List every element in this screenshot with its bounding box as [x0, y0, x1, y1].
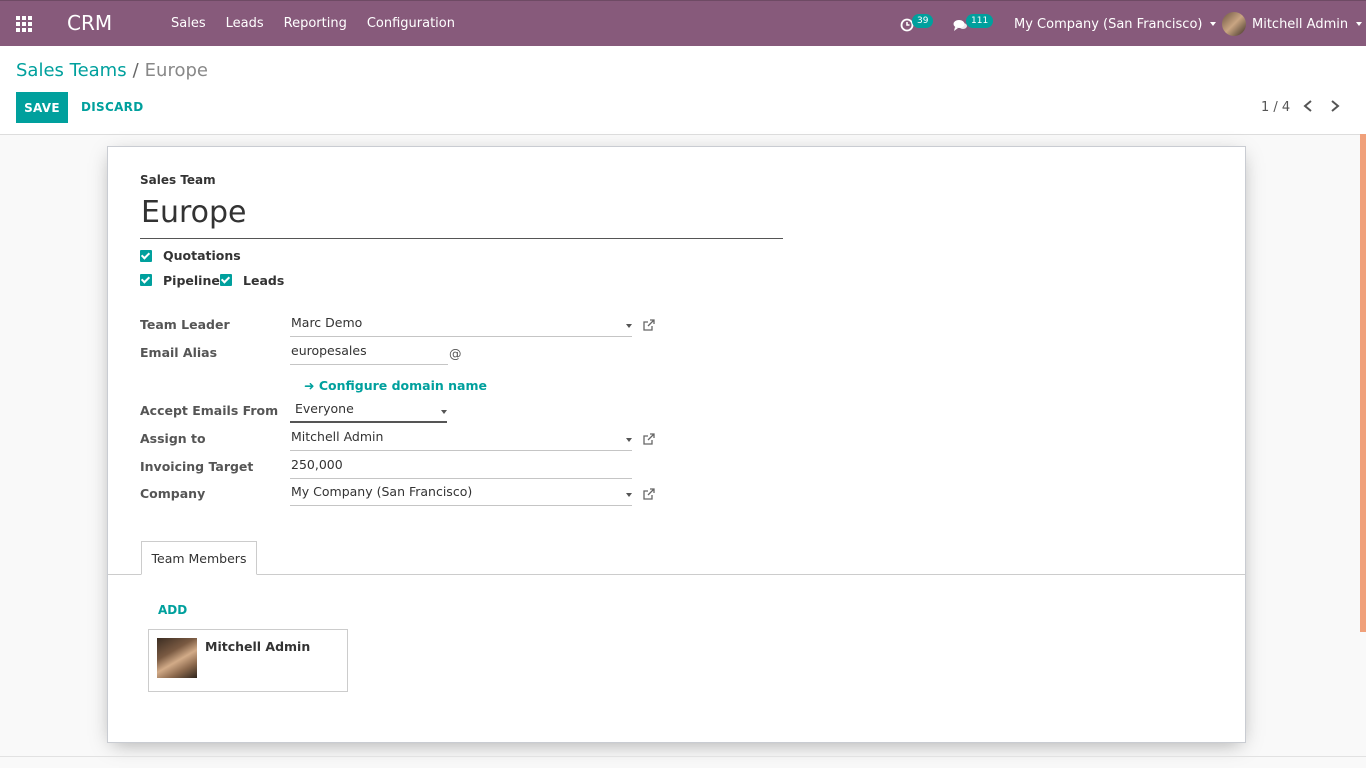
menu-leads[interactable]: Leads: [226, 16, 264, 31]
caret-down-icon: [1356, 22, 1363, 26]
tab-divider: [108, 574, 1245, 575]
activity-badge: 39: [912, 14, 934, 28]
user-avatar: [1222, 12, 1246, 36]
external-link-icon[interactable]: [643, 433, 655, 445]
save-button[interactable]: SAVE: [16, 92, 68, 123]
chevron-left-icon[interactable]: [1301, 98, 1315, 114]
dropdown-caret-icon[interactable]: [441, 410, 447, 414]
user-name: Mitchell Admin: [1252, 16, 1349, 32]
email-alias-field[interactable]: europesales: [290, 343, 448, 365]
email-alias-label: Email Alias: [140, 345, 218, 360]
member-card[interactable]: Mitchell Admin: [148, 629, 348, 692]
member-name: Mitchell Admin: [205, 639, 311, 654]
company-switcher[interactable]: My Company (San Francisco): [1014, 1, 1217, 47]
breadcrumb: Sales Teams / Europe: [16, 60, 208, 81]
breadcrumb-separator: /: [132, 60, 139, 81]
tab-team-members[interactable]: Team Members: [141, 541, 257, 575]
discard-button[interactable]: DISCARD: [81, 100, 143, 114]
main-menu: Sales Leads Reporting Configuration: [171, 16, 475, 31]
pipeline-label: Pipeline: [163, 273, 220, 288]
form-sheet: Sales Team Europe Quotations Pipeline Le…: [107, 146, 1246, 743]
accept-emails-select[interactable]: Everyone: [290, 401, 447, 423]
caret-down-icon: [1210, 22, 1217, 26]
messaging-menu[interactable]: 111: [953, 1, 999, 47]
company-label: Company: [140, 486, 206, 501]
app-brand[interactable]: CRM: [67, 11, 112, 35]
menu-sales[interactable]: Sales: [171, 16, 206, 31]
at-sign: @: [449, 346, 462, 361]
chevron-right-icon[interactable]: [1328, 98, 1342, 114]
external-link-icon[interactable]: [643, 319, 655, 331]
external-link-icon[interactable]: [643, 488, 655, 500]
quotations-checkbox[interactable]: [140, 250, 152, 262]
menu-reporting[interactable]: Reporting: [284, 16, 347, 31]
bottom-divider: [0, 756, 1366, 757]
assign-to-label: Assign to: [140, 431, 206, 446]
company-field[interactable]: My Company (San Francisco): [290, 484, 632, 506]
configure-domain-text: Configure domain name: [318, 378, 487, 393]
configure-domain-link[interactable]: ➜ Configure domain name: [304, 378, 487, 393]
breadcrumb-sales-teams[interactable]: Sales Teams: [16, 60, 127, 81]
team-name-input[interactable]: Europe: [140, 195, 783, 239]
quotations-label: Quotations: [163, 248, 241, 263]
dropdown-caret-icon[interactable]: [626, 438, 632, 442]
message-badge: 111: [966, 14, 994, 28]
leads-checkbox[interactable]: [220, 274, 232, 286]
breadcrumb-current: Europe: [144, 60, 208, 81]
company-name: My Company (San Francisco): [1014, 16, 1203, 32]
apps-grid-icon[interactable]: [16, 16, 34, 34]
team-leader-field[interactable]: Marc Demo: [290, 315, 632, 337]
user-menu[interactable]: Mitchell Admin: [1222, 1, 1363, 47]
assign-to-field[interactable]: Mitchell Admin: [290, 429, 632, 451]
invoicing-target-field[interactable]: 250,000: [290, 457, 632, 479]
scrollbar[interactable]: [1360, 134, 1366, 632]
accept-emails-label: Accept Emails From: [140, 403, 279, 418]
arrow-right-icon: ➜: [304, 378, 315, 393]
leads-label: Leads: [243, 273, 285, 288]
dropdown-caret-icon[interactable]: [626, 324, 632, 328]
add-member-button[interactable]: ADD: [158, 603, 187, 617]
top-navbar: CRM Sales Leads Reporting Configuration …: [0, 0, 1366, 46]
sales-team-label: Sales Team: [140, 173, 216, 187]
pipeline-checkbox[interactable]: [140, 274, 152, 286]
control-panel: Sales Teams / Europe SAVE DISCARD 1 / 4: [0, 46, 1366, 135]
activity-menu[interactable]: 39: [900, 1, 940, 47]
member-avatar: [157, 638, 197, 678]
pager-value[interactable]: 1 / 4: [1261, 100, 1290, 115]
team-leader-label: Team Leader: [140, 317, 230, 332]
dropdown-caret-icon[interactable]: [626, 493, 632, 497]
invoicing-target-label: Invoicing Target: [140, 459, 254, 474]
menu-configuration[interactable]: Configuration: [367, 16, 455, 31]
